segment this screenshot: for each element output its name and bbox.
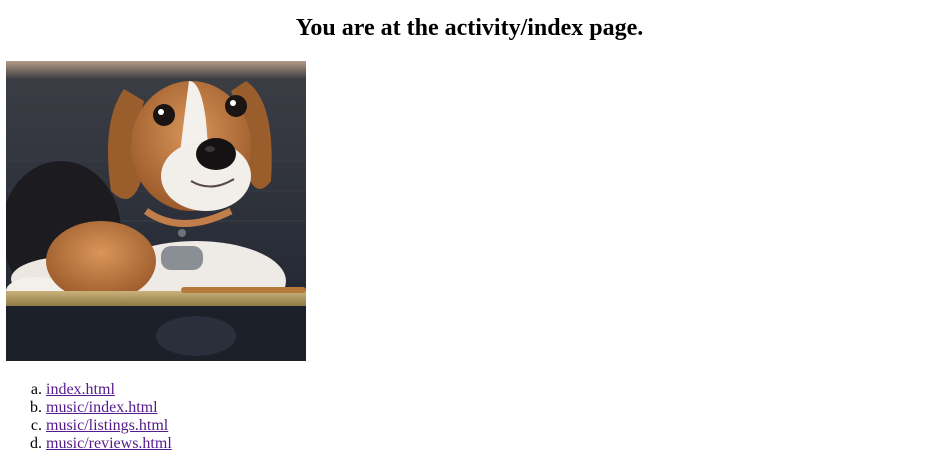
list-item: index.html [46, 381, 172, 399]
link-index[interactable]: index.html [46, 381, 115, 398]
list-item: music/listings.html [46, 417, 172, 435]
page-heading: You are at the activity/index page. [295, 15, 644, 41]
link-music-listings[interactable]: music/listings.html [46, 417, 168, 434]
page-links-list: index.html music/index.html music/listin… [0, 381, 172, 453]
link-music-reviews[interactable]: music/reviews.html [46, 435, 172, 452]
link-music-index[interactable]: music/index.html [46, 399, 158, 416]
list-item: music/index.html [46, 399, 172, 417]
dog-photo [6, 61, 306, 361]
list-item: music/reviews.html [46, 435, 172, 453]
